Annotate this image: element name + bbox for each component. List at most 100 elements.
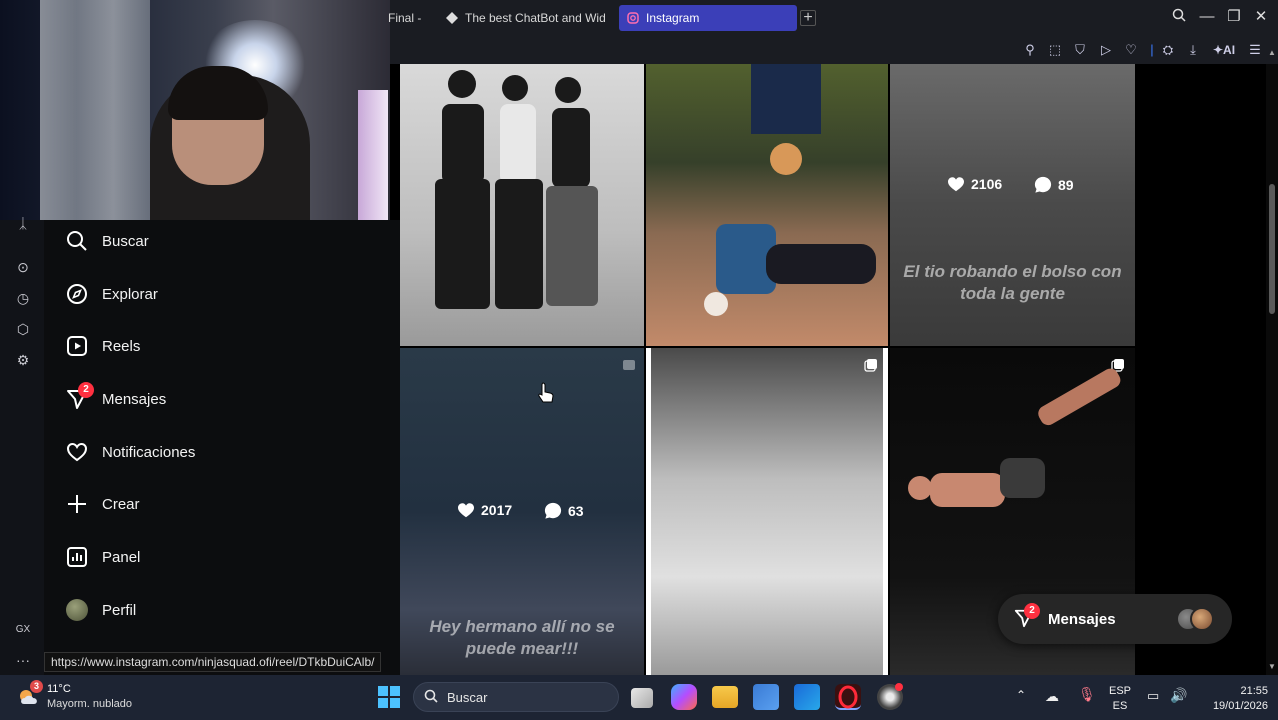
ai-icon: ✦ [1212,43,1224,57]
comment-filled-icon [544,502,562,519]
extensions-icon[interactable]: ⬡ [14,320,32,338]
ai-label: AI [1223,43,1236,57]
store-icon[interactable] [753,684,779,710]
post-tile[interactable] [646,348,888,675]
heart-filled-icon [948,177,964,192]
nav-explorar[interactable]: Explorar [64,277,158,311]
nav-perfil[interactable]: Perfil [64,593,136,627]
pin-icon[interactable]: ⚲ [1021,41,1039,59]
download-icon[interactable]: ⤓ [1184,41,1202,59]
tab-label: Final - [388,11,422,25]
maximize-button[interactable]: ❐ [1225,8,1243,26]
start-button[interactable] [378,686,400,708]
instagram-icon [627,12,639,24]
snapshot-icon[interactable]: ⬚ [1046,41,1064,59]
post-comments: 89 [1034,176,1074,194]
screen: Final - The best ChatBot and Wid Instagr… [0,0,1278,720]
taskbar-search-placeholder: Buscar [447,689,488,705]
chevron-up-icon[interactable]: ⌃ [1016,688,1026,702]
weather-temp: 11°C [47,683,71,695]
nav-crear[interactable]: Crear [64,487,140,521]
copilot-icon[interactable] [671,684,697,710]
aria-icon[interactable]: ᛣ [14,214,32,232]
chart-icon [64,544,90,570]
webcam-overlay [0,0,390,220]
tab-label: The best ChatBot and Wid [465,11,606,25]
player-icon[interactable]: ⊙ [14,258,32,276]
tab-chatbot[interactable]: The best ChatBot and Wid [446,5,606,31]
page-scrollbar[interactable] [1266,64,1278,675]
messages-pill[interactable]: 2 Mensajes [998,594,1232,644]
weather-widget[interactable]: 3 11°C Mayorm. nublado [14,680,154,716]
file-explorer-icon[interactable] [712,686,738,708]
compass-icon [64,281,90,307]
microphone-icon[interactable]: 🎙 [1078,686,1096,703]
post-tile[interactable]: 2017 63 Hey hermano allí no se puede mea… [400,348,644,675]
outlook-icon[interactable] [794,684,820,710]
post-caption: Hey hermano allí no se puede mear!!! [429,617,615,658]
post-image [435,70,598,309]
post-likes: 2106 [947,176,1002,192]
link-status-url: https://www.instagram.com/ninjasquad.ofi… [44,652,382,672]
weather-desc: Mayorm. nublado [47,698,132,710]
nav-buscar[interactable]: Buscar [64,224,149,258]
clock[interactable]: 21:55 19/01/2026 [1196,684,1268,714]
ai-button[interactable]: ✦AI [1208,41,1240,59]
more-icon[interactable]: ··· [14,651,32,669]
scroll-up-icon[interactable]: ▲ [1268,48,1276,57]
minimize-button[interactable]: — [1198,8,1216,26]
nav-reels[interactable]: Reels [64,329,140,363]
post-tile[interactable]: 2106 89 El tio robando el bolso con toda… [890,64,1135,346]
wallet-icon[interactable]: ⛭ [1159,41,1177,59]
search-tabs-icon[interactable] [1170,8,1188,26]
volume-icon[interactable]: 🔊 [1170,687,1187,704]
new-tab-button[interactable]: + [800,10,816,26]
post-tile[interactable] [400,64,644,346]
shield-icon[interactable]: ⛉ [1071,41,1089,59]
heart-icon [64,439,90,465]
onedrive-icon[interactable]: ☁ [1045,688,1059,705]
search-icon [64,228,90,254]
tab-final[interactable]: Final - [388,5,432,31]
clock-time: 21:55 [1240,685,1268,697]
settings-icon[interactable]: ⚙ [14,351,32,369]
gx-label[interactable]: GX [14,621,32,639]
language-indicator[interactable]: ESP ES [1106,684,1134,714]
search-icon [424,689,438,706]
scroll-thumb[interactable] [1269,184,1275,314]
messages-badge: 2 [78,382,94,398]
close-button[interactable]: ✕ [1252,8,1270,26]
nav-label: Reels [102,337,141,355]
comments-count: 63 [568,503,584,519]
windows-icon [378,686,400,708]
carousel-icon [864,359,877,372]
nav-notificaciones[interactable]: Notificaciones [64,435,195,469]
history-icon[interactable]: ◷ [14,289,32,307]
play-icon[interactable]: ▷ [1097,41,1115,59]
heart-bookmark-icon[interactable]: ♡ [1122,41,1140,59]
hand-cursor-icon [538,382,554,403]
tab-instagram[interactable]: Instagram [619,5,797,31]
nav-label: Panel [102,548,141,566]
task-view-icon[interactable] [631,688,653,708]
reel-indicator-icon [623,360,635,370]
post-caption: El tio robando el bolso con toda la gent… [903,262,1122,303]
tab-label: Instagram [646,11,700,25]
comment-filled-icon [1034,176,1052,193]
menu-icon[interactable]: ☰ [1246,41,1264,59]
likes-count: 2106 [971,176,1003,192]
taskbar-search[interactable]: Buscar [413,682,619,712]
network-icon[interactable]: ▭ [1147,688,1159,704]
messenger-icon: 2 [64,382,94,412]
post-likes: 2017 [457,502,512,518]
post-tile[interactable] [646,64,888,346]
scroll-down-icon[interactable]: ▼ [1268,662,1276,671]
weather-badge: 3 [30,680,43,693]
lang-line2: ES [1112,700,1128,712]
notification-dot [895,683,903,691]
opera-gx-icon[interactable] [835,684,861,710]
post-image [704,64,876,316]
nav-label: Notificaciones [102,443,196,461]
nav-panel[interactable]: Panel [64,540,140,574]
nav-mensajes[interactable]: 2 Mensajes [64,382,166,416]
